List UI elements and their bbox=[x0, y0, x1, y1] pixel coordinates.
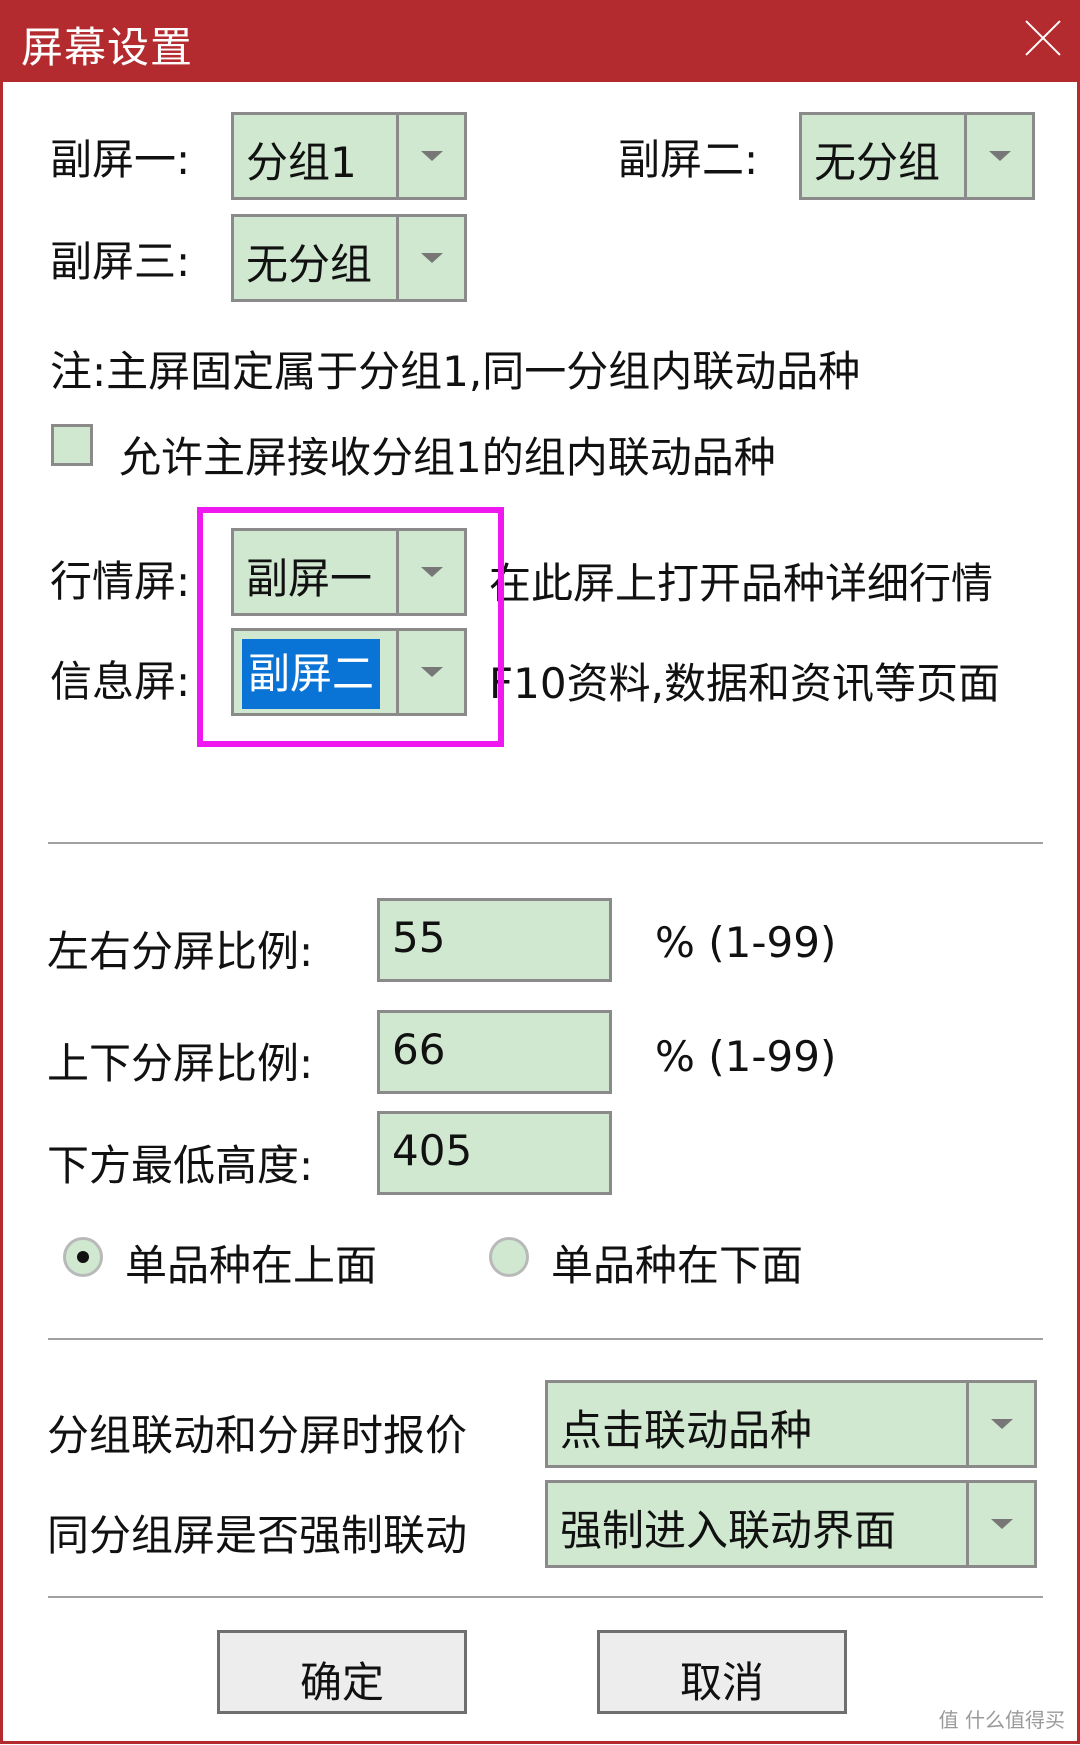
sub-screen-2-label: 副屏二: bbox=[618, 135, 759, 184]
force-linkage-label: 同分组屏是否强制联动 bbox=[47, 1511, 468, 1560]
min-height-value: 405 bbox=[392, 1126, 473, 1175]
ud-ratio-value: 66 bbox=[392, 1025, 446, 1074]
min-height-input[interactable]: 405 bbox=[377, 1111, 612, 1195]
quote-screen-desc: 在此屏上打开品种详细行情 bbox=[489, 559, 994, 608]
position-bottom-label: 单品种在下面 bbox=[551, 1241, 804, 1290]
sub-screen-2-value: 无分组 bbox=[814, 138, 941, 187]
position-top-radio[interactable] bbox=[63, 1237, 103, 1277]
divider bbox=[48, 842, 1043, 846]
ud-ratio-input[interactable]: 66 bbox=[377, 1010, 612, 1094]
force-linkage-select[interactable]: 强制进入联动界面 bbox=[545, 1480, 1037, 1568]
quote-linkage-select[interactable]: 点击联动品种 bbox=[545, 1380, 1037, 1468]
info-screen-label: 信息屏: bbox=[50, 657, 191, 706]
min-height-label: 下方最低高度: bbox=[47, 1141, 314, 1190]
ok-button-label: 确定 bbox=[299, 1658, 384, 1707]
divider bbox=[48, 1596, 1043, 1600]
ud-ratio-label: 上下分屏比例: bbox=[47, 1039, 314, 1088]
quote-linkage-label: 分组联动和分屏时报价 bbox=[47, 1411, 468, 1460]
ud-ratio-hint: % (1-99) bbox=[655, 1032, 837, 1081]
sub-screen-3-select[interactable]: 无分组 bbox=[231, 214, 467, 302]
sub-screen-3-label: 副屏三: bbox=[50, 237, 191, 286]
position-top-label: 单品种在上面 bbox=[125, 1241, 378, 1290]
sub-screen-2-select[interactable]: 无分组 bbox=[799, 112, 1035, 200]
quote-screen-label: 行情屏: bbox=[50, 557, 191, 606]
chevron-down-icon[interactable] bbox=[966, 1483, 1034, 1565]
lr-ratio-hint: % (1-99) bbox=[655, 918, 837, 967]
force-linkage-value: 强制进入联动界面 bbox=[560, 1506, 897, 1555]
ok-button[interactable]: 确定 bbox=[217, 1630, 467, 1714]
watermark: 值 什么值得买 bbox=[938, 1708, 1065, 1732]
highlight-box bbox=[197, 507, 504, 747]
info-screen-desc: F10资料,数据和资讯等页面 bbox=[489, 659, 1000, 708]
allow-main-screen-label: 允许主屏接收分组1的组内联动品种 bbox=[119, 433, 776, 482]
chevron-down-icon[interactable] bbox=[964, 115, 1032, 197]
window-title: 屏幕设置 bbox=[21, 23, 194, 72]
divider bbox=[48, 1338, 1043, 1342]
sub-screen-1-value: 分组1 bbox=[246, 138, 357, 187]
screen-settings-dialog: 屏幕设置 副屏一: 分组1 副屏二: 无分组 副屏三: 无分组 注:主屏固定属于… bbox=[0, 0, 1080, 1744]
lr-ratio-label: 左右分屏比例: bbox=[47, 927, 314, 976]
chevron-down-icon[interactable] bbox=[966, 1383, 1034, 1465]
cancel-button-label: 取消 bbox=[679, 1658, 764, 1707]
note-text: 注:主屏固定属于分组1,同一分组内联动品种 bbox=[50, 347, 861, 396]
lr-ratio-value: 55 bbox=[392, 913, 446, 962]
quote-linkage-value: 点击联动品种 bbox=[560, 1406, 813, 1455]
chevron-down-icon[interactable] bbox=[396, 115, 464, 197]
close-icon[interactable] bbox=[1023, 18, 1063, 58]
sub-screen-1-label: 副屏一: bbox=[50, 135, 191, 184]
title-bar: 屏幕设置 bbox=[3, 0, 1080, 82]
sub-screen-3-value: 无分组 bbox=[246, 240, 373, 289]
lr-ratio-input[interactable]: 55 bbox=[377, 898, 612, 982]
allow-main-screen-checkbox[interactable] bbox=[51, 424, 93, 466]
cancel-button[interactable]: 取消 bbox=[597, 1630, 847, 1714]
sub-screen-1-select[interactable]: 分组1 bbox=[231, 112, 467, 200]
position-bottom-radio[interactable] bbox=[489, 1237, 529, 1277]
chevron-down-icon[interactable] bbox=[396, 217, 464, 299]
